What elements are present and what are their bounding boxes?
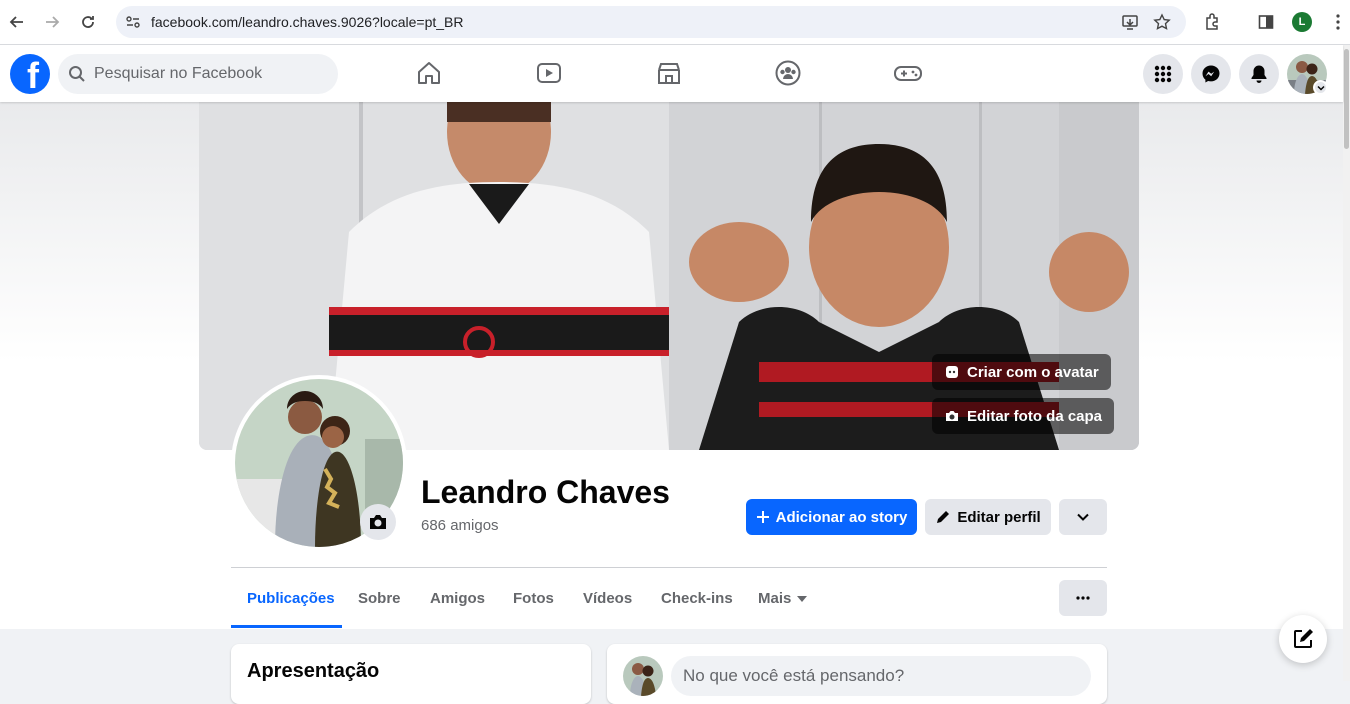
browser-menu-icon[interactable] (1325, 9, 1350, 35)
caret-down-icon (797, 595, 808, 602)
tab-mais-label: Mais (758, 590, 792, 607)
edit-cover-photo-label: Editar foto da capa (967, 407, 1103, 425)
gaming-icon[interactable] (893, 58, 923, 88)
create-avatar-button[interactable]: Criar com o avatar (932, 354, 1111, 390)
video-icon[interactable] (534, 58, 564, 88)
forward-icon[interactable] (39, 9, 65, 35)
reload-icon[interactable] (75, 9, 101, 35)
bookmark-star-icon[interactable] (1152, 12, 1172, 32)
facebook-topbar: f (0, 45, 1343, 102)
url-text[interactable]: facebook.com/leandro.chaves.9026?locale=… (151, 14, 463, 30)
plus-icon (756, 511, 769, 523)
address-bar[interactable]: facebook.com/leandro.chaves.9026?locale=… (116, 6, 1186, 38)
active-tab-indicator (231, 625, 342, 628)
scrollbar-thumb[interactable] (1344, 49, 1349, 149)
side-panel-icon[interactable] (1253, 9, 1279, 35)
account-menu-chevron-icon[interactable] (1313, 80, 1328, 95)
new-message-button[interactable] (1279, 615, 1327, 663)
browser-toolbar: facebook.com/leandro.chaves.9026?locale=… (0, 0, 1350, 45)
site-info-icon[interactable] (123, 12, 143, 32)
home-icon[interactable] (414, 58, 444, 88)
camera-icon (370, 515, 386, 529)
messenger-icon[interactable] (1191, 54, 1231, 94)
add-to-story-label: Adicionar ao story (775, 508, 908, 526)
more-dots-icon (1076, 596, 1090, 600)
profile-name: Leandro Chaves (421, 474, 670, 510)
extensions-icon[interactable] (1199, 9, 1225, 35)
notifications-icon[interactable] (1239, 54, 1279, 94)
browser-profile-avatar[interactable]: L (1292, 12, 1312, 32)
chevron-down-icon (1077, 513, 1089, 521)
search-box[interactable] (58, 54, 338, 94)
profile-options-button[interactable] (1059, 499, 1107, 535)
avatar-icon (946, 366, 958, 378)
pencil-icon (937, 511, 950, 523)
tab-mais[interactable]: Mais (758, 590, 808, 607)
menu-grid-icon[interactable] (1143, 54, 1183, 94)
back-icon[interactable] (4, 9, 30, 35)
tab-publicacoes[interactable]: Publicações (247, 590, 335, 607)
compose-icon (1294, 629, 1313, 648)
add-to-story-button[interactable]: Adicionar ao story (746, 499, 917, 535)
composer-card: No que você está pensando? (607, 644, 1107, 704)
facebook-logo-icon[interactable]: f (10, 54, 50, 94)
update-profile-picture-button[interactable] (360, 504, 396, 540)
page-scrollbar[interactable] (1343, 45, 1350, 681)
tab-check-ins[interactable]: Check-ins (661, 590, 733, 607)
intro-card: Apresentação (231, 644, 591, 704)
friends-count[interactable]: 686 amigos (421, 517, 499, 534)
edit-profile-button[interactable]: Editar perfil (925, 499, 1051, 535)
more-options-button[interactable] (1059, 580, 1107, 616)
search-input[interactable] (94, 54, 330, 94)
tab-sobre[interactable]: Sobre (358, 590, 401, 607)
marketplace-icon[interactable] (654, 58, 684, 88)
search-icon (68, 65, 86, 83)
composer-avatar (623, 656, 663, 696)
edit-cover-photo-button[interactable]: Editar foto da capa (932, 398, 1115, 434)
intro-title: Apresentação (247, 660, 380, 682)
tab-fotos[interactable]: Fotos (513, 590, 554, 607)
create-avatar-label: Criar com o avatar (967, 363, 1099, 381)
edit-profile-label: Editar perfil (957, 508, 1041, 526)
composer-input[interactable]: No que você está pensando? (671, 656, 1091, 696)
install-app-icon[interactable] (1120, 12, 1140, 32)
tab-videos[interactable]: Vídeos (583, 590, 632, 607)
tab-amigos[interactable]: Amigos (430, 590, 485, 607)
header-divider (231, 567, 1107, 568)
camera-icon (946, 411, 958, 421)
groups-icon[interactable] (773, 58, 803, 88)
